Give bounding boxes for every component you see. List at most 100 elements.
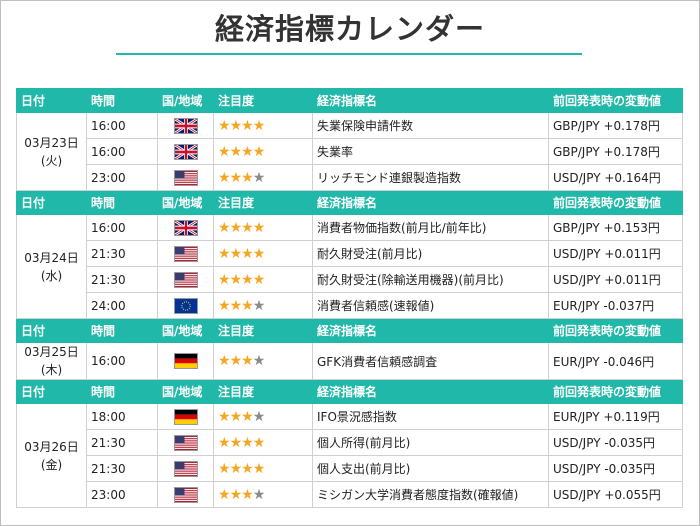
importance-cell: ★★★★ [213, 481, 313, 508]
indicator-cell: 失業保険申請件数 [312, 112, 549, 139]
star-filled-icon: ★ [218, 353, 231, 369]
date-cell: 03月25日 (木) [16, 342, 87, 380]
importance-cell: ★★★★ [213, 240, 313, 267]
us-flag-icon [173, 169, 198, 186]
change-cell: EUR/JPY +0.119円 [548, 403, 683, 430]
time-cell: 21:30 [86, 240, 158, 267]
de-flag-icon [173, 408, 198, 425]
star-filled-icon: ★ [252, 245, 266, 262]
star-filled-icon: ★ [218, 245, 231, 262]
country-cell [157, 429, 214, 456]
star-filled-icon: ★ [252, 117, 266, 134]
header-indicator: 経済指標名 [312, 379, 549, 404]
star-filled-icon: ★ [229, 143, 243, 160]
star-filled-icon: ★ [241, 271, 254, 288]
importance-cell: ★★★★ [213, 138, 313, 165]
importance-stars: ★★★★ [218, 169, 266, 186]
table-row: 23:00 ★★★★ リッチモンド連銀製造指数 USD/JPY +0.164円 [17, 164, 683, 191]
star-filled-icon: ★ [229, 271, 243, 288]
star-filled-icon: ★ [252, 219, 266, 236]
change-cell: USD/JPY +0.055円 [548, 481, 683, 508]
table-row: 03月24日 (水) 16:00 ★★★★ 消費者物価指数(前月比/前年比) GBP/JP… [16, 214, 683, 319]
table-row: 21:30 ★★★★ 個人所得(前月比) USD/JPY -0.035円 [17, 429, 683, 456]
star-filled-icon: ★ [241, 117, 254, 134]
header-date: 日付 [16, 318, 87, 343]
star-filled-icon: ★ [218, 297, 231, 314]
star-filled-icon: ★ [241, 245, 254, 262]
table-row: 21:30 ★★★★ 個人支出(前月比) USD/JPY -0.035円 [17, 455, 683, 482]
weekday-label: (火) [40, 153, 63, 168]
header-time: 時間 [86, 379, 158, 404]
header-indicator: 経済指標名 [312, 318, 549, 343]
star-filled-icon: ★ [241, 143, 254, 160]
indicator-cell: 耐久財受注(前月比) [312, 240, 549, 267]
change-cell: USD/JPY +0.011円 [548, 240, 683, 267]
header-indicator: 経済指標名 [312, 190, 549, 215]
time-cell: 16:00 [86, 342, 158, 380]
header-date: 日付 [16, 379, 87, 404]
time-cell: 16:00 [86, 138, 158, 165]
change-cell: GBP/JPY +0.153円 [548, 214, 683, 241]
importance-cell: ★★★★ [213, 429, 313, 456]
country-cell [157, 266, 214, 293]
star-filled-icon: ★ [229, 117, 243, 134]
indicator-cell: 失業率 [312, 138, 549, 165]
importance-cell: ★★★★ [213, 342, 313, 380]
header-indicator: 経済指標名 [312, 88, 549, 113]
importance-stars: ★★★★ [218, 486, 266, 503]
star-filled-icon: ★ [229, 219, 243, 236]
date-cell: 03月26日 (金) [16, 403, 87, 508]
star-empty-icon: ★ [252, 408, 266, 425]
time-cell: 21:30 [86, 455, 158, 482]
weekday-label: (金) [40, 457, 63, 472]
star-empty-icon: ★ [252, 169, 266, 186]
star-empty-icon: ★ [252, 486, 266, 503]
star-filled-icon: ★ [241, 460, 254, 477]
star-filled-icon: ★ [241, 169, 254, 186]
country-cell [157, 164, 214, 191]
header-row: 日付 時間 国/地域 注目度 経済指標名 前回発表時の変動値 [16, 88, 683, 113]
change-cell: USD/JPY +0.164円 [548, 164, 683, 191]
star-filled-icon: ★ [218, 460, 231, 477]
table-row: 23:00 ★★★★ ミシガン大学消費者態度指数(確報値) USD/JPY +0.05… [17, 481, 683, 508]
country-cell [157, 403, 214, 430]
star-filled-icon: ★ [241, 297, 254, 314]
header-change: 前回発表時の変動値 [548, 88, 683, 113]
date-label: 03月26日 [24, 439, 79, 454]
us-flag-icon [173, 460, 198, 477]
table-row: 16:00 ★★★★ 失業率 GBP/JPY +0.178円 [17, 138, 683, 165]
change-cell: GBP/JPY +0.178円 [548, 112, 683, 139]
country-cell [157, 112, 214, 139]
us-flag-icon [173, 271, 198, 288]
change-cell: EUR/JPY -0.037円 [548, 292, 683, 319]
change-cell: USD/JPY -0.035円 [548, 455, 683, 482]
star-filled-icon: ★ [229, 434, 243, 451]
header-country: 国/地域 [157, 318, 214, 343]
importance-stars: ★★★★ [218, 143, 266, 160]
star-filled-icon: ★ [229, 297, 243, 314]
importance-cell: ★★★★ [213, 164, 313, 191]
indicator-cell: 個人所得(前月比) [312, 429, 549, 456]
importance-stars: ★★★★ [218, 408, 266, 425]
header-row: 日付 時間 国/地域 注目度 経済指標名 前回発表時の変動値 [16, 318, 683, 343]
table-row: 21:30 ★★★★ 耐久財受注(除輸送用機器)(前月比) USD/JPY +0.01… [17, 266, 683, 293]
header-change: 前回発表時の変動値 [548, 190, 683, 215]
star-filled-icon: ★ [252, 143, 266, 160]
star-filled-icon: ★ [241, 434, 254, 451]
country-cell [157, 455, 214, 482]
importance-stars: ★★★★ [218, 245, 266, 262]
star-filled-icon: ★ [241, 408, 254, 425]
star-filled-icon: ★ [218, 408, 231, 425]
us-flag-icon [173, 245, 198, 262]
star-filled-icon: ★ [229, 486, 243, 503]
weekday-label: (木) [40, 363, 63, 377]
uk-flag-icon [173, 143, 198, 160]
indicator-cell: 消費者信頼感(速報値) [312, 292, 549, 319]
header-row: 日付 時間 国/地域 注目度 経済指標名 前回発表時の変動値 [16, 379, 683, 404]
country-cell [157, 481, 214, 508]
header-time: 時間 [86, 318, 158, 343]
star-filled-icon: ★ [252, 460, 266, 477]
header-importance: 注目度 [213, 379, 313, 404]
star-empty-icon: ★ [252, 297, 266, 314]
table-row: 03月26日 (金) 18:00 ★★★★ IFO景況感指数 EUR/JPY +0.119… [16, 403, 683, 508]
